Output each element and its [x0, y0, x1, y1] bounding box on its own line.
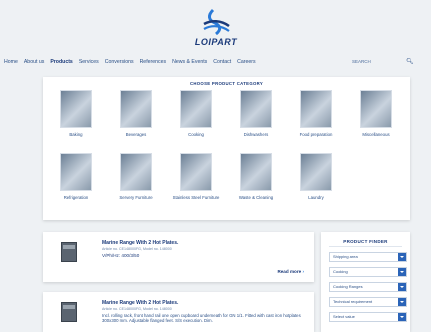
read-more-link[interactable]: Read more › — [277, 269, 304, 274]
search-box[interactable]: SEARCH 🔍︎ — [352, 57, 418, 66]
nav-news-events[interactable]: News & Events — [172, 59, 207, 65]
category-laundry[interactable]: Laundry — [286, 153, 346, 200]
category-label[interactable]: Waste & Cleaning — [226, 195, 286, 200]
category-label[interactable]: Stainless Steel Furniture — [166, 195, 226, 200]
category-label[interactable]: Miscellaneous — [346, 132, 406, 137]
brand-name: LOIPART — [194, 37, 238, 47]
nav-contact[interactable]: Contact — [213, 59, 231, 65]
category-miscellaneous[interactable]: Miscellaneous — [346, 90, 406, 137]
category-label[interactable]: Cooking — [166, 132, 226, 137]
category-image[interactable] — [300, 90, 332, 128]
brand-logo[interactable]: LOIPART — [188, 8, 244, 47]
category-refrigeration[interactable]: Refrigeration — [46, 153, 106, 200]
product-finder: PRODUCT FINDER Shipping area Cooking Coo… — [321, 232, 410, 332]
product-spec: V/Ph/Hz: 400/3/50 — [102, 253, 140, 258]
logo-wave-icon — [203, 8, 230, 36]
product-card: Marine Range With 2 Hot Plates. Article … — [43, 292, 314, 332]
product-description: Incl. rolling rack, front hand rail one … — [102, 313, 301, 324]
category-image[interactable] — [60, 90, 92, 128]
category-label[interactable]: Food preparation — [286, 132, 346, 137]
category-image[interactable] — [60, 153, 92, 191]
shipping-area-select[interactable]: Shipping area — [329, 252, 407, 262]
chevron-down-icon[interactable] — [398, 268, 406, 276]
category-label[interactable]: Laundry — [286, 195, 346, 200]
product-article: Article no. CE148000FG, Model no. 148000 — [102, 307, 172, 311]
product-finder-title: PRODUCT FINDER — [343, 239, 388, 244]
category-image[interactable] — [180, 153, 212, 191]
category-baking[interactable]: Baking — [46, 90, 106, 137]
product-title[interactable]: Marine Range With 2 Hot Plates. — [102, 300, 178, 306]
product-image[interactable] — [61, 242, 77, 262]
category-image[interactable] — [120, 90, 152, 128]
category-image[interactable] — [360, 90, 392, 128]
category-stainless-steel-furniture[interactable]: Stainless Steel Furniture — [166, 153, 226, 200]
category-panel-title: CHOOSE PRODUCT CATEGORY — [189, 81, 264, 86]
nav-references[interactable]: References — [140, 59, 167, 65]
search-icon[interactable]: 🔍︎ — [406, 58, 414, 65]
technical-requirement-select[interactable]: Technical requirement — [329, 297, 407, 307]
select-value: Shipping area — [333, 254, 358, 259]
select-value: Select value — [333, 314, 355, 319]
nav-home[interactable]: Home — [4, 59, 18, 65]
read-more-label[interactable]: Read more — [277, 269, 301, 274]
category-image[interactable] — [240, 153, 272, 191]
arrow-right-icon: › — [302, 269, 304, 274]
category-label[interactable]: Baking — [46, 132, 106, 137]
category-label[interactable]: Dishwashers — [226, 132, 286, 137]
category-waste-cleaning[interactable]: Waste & Cleaning — [226, 153, 286, 200]
category-select[interactable]: Cooking — [329, 267, 407, 277]
category-servery-furniture[interactable]: Servery Furniture — [106, 153, 166, 200]
category-label[interactable]: Beverages — [106, 132, 166, 137]
search-input[interactable]: SEARCH — [352, 59, 406, 64]
category-label[interactable]: Servery Furniture — [106, 195, 166, 200]
chevron-down-icon[interactable] — [398, 253, 406, 261]
select-value: Cooking — [333, 269, 348, 274]
nav-products[interactable]: Products — [50, 59, 72, 65]
subcategory-select[interactable]: Cooking Ranges — [329, 282, 407, 292]
value-select[interactable]: Select value — [329, 312, 407, 322]
category-panel: CHOOSE PRODUCT CATEGORY Baking Beverages… — [43, 77, 410, 220]
nav-conversions[interactable]: Conversions — [105, 59, 134, 65]
chevron-down-icon[interactable] — [398, 313, 406, 321]
product-title[interactable]: Marine Range With 2 Hot Plates. — [102, 240, 178, 246]
category-image[interactable] — [120, 153, 152, 191]
category-dishwashers[interactable]: Dishwashers — [226, 90, 286, 137]
nav-careers[interactable]: Careers — [237, 59, 255, 65]
category-image[interactable] — [180, 90, 212, 128]
product-card: Marine Range With 2 Hot Plates. Article … — [43, 232, 314, 282]
product-image[interactable] — [61, 302, 77, 322]
category-image[interactable] — [240, 90, 272, 128]
chevron-down-icon[interactable] — [398, 283, 406, 291]
select-value: Cooking Ranges — [333, 284, 363, 289]
category-food-preparation[interactable]: Food preparation — [286, 90, 346, 137]
category-image[interactable] — [300, 153, 332, 191]
category-label[interactable]: Refrigeration — [46, 195, 106, 200]
product-article: Article no. CE148000FG, Model no. 148000 — [102, 247, 172, 251]
chevron-down-icon[interactable] — [398, 298, 406, 306]
select-value: Technical requirement — [333, 299, 373, 304]
nav-services[interactable]: Services — [79, 59, 99, 65]
divider — [329, 246, 402, 247]
nav-about-us[interactable]: About us — [24, 59, 44, 65]
category-cooking[interactable]: Cooking — [166, 90, 226, 137]
category-beverages[interactable]: Beverages — [106, 90, 166, 137]
